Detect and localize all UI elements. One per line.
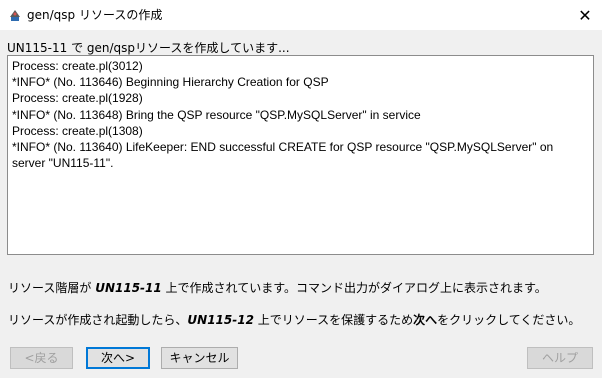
- java-app-icon: [7, 7, 23, 23]
- close-button[interactable]: ✕: [568, 0, 602, 30]
- window-title: gen/qsp リソースの作成: [27, 8, 163, 22]
- log-line: *INFO* (No. 113648) Bring the QSP resour…: [12, 107, 421, 122]
- info-text: 上でリソースを保護するため: [253, 313, 414, 327]
- server-name: UN115-11: [95, 281, 162, 295]
- info-text: をクリックしてください。: [437, 313, 581, 327]
- log-line: *INFO* (No. 113640) LifeKeeper: END succ…: [12, 140, 554, 155]
- progress-status: UN115-11 で gen/qspリソースを作成しています...: [7, 41, 290, 55]
- next-button-label: 次へ>: [100, 351, 136, 365]
- info-message-1: リソース階層が UN115-11 上で作成されています。コマンド出力がダイアログ…: [8, 280, 547, 296]
- next-button[interactable]: 次へ>: [86, 347, 150, 369]
- back-button-label: <戻る: [24, 351, 59, 365]
- dialog-body: UN115-11 で gen/qspリソースを作成しています... Proces…: [0, 30, 602, 378]
- log-line: *INFO* (No. 113646) Beginning Hierarchy …: [12, 75, 329, 90]
- back-button[interactable]: <戻る: [10, 347, 73, 369]
- cancel-button[interactable]: キャンセル: [161, 347, 238, 369]
- info-text: リソース階層が: [8, 281, 96, 295]
- cancel-button-label: キャンセル: [169, 351, 230, 365]
- info-text: 上で作成されています。コマンド出力がダイアログ上に表示されます。: [161, 281, 547, 295]
- close-icon: ✕: [578, 5, 592, 25]
- info-message-2: リソースが作成され起動したら、UN115-12 上でリソースを保護するため次へを…: [8, 312, 580, 328]
- help-button[interactable]: ヘルプ: [527, 347, 593, 369]
- info-text: リソースが作成され起動したら、: [8, 313, 188, 327]
- next-emphasis: 次へ: [413, 313, 438, 327]
- log-line: Process: create.pl(3012): [12, 59, 143, 73]
- server-name: UN115-12: [187, 313, 254, 327]
- command-output-log[interactable]: Process: create.pl(3012) *INFO* (No. 113…: [7, 55, 594, 255]
- log-line: Process: create.pl(1928): [12, 91, 143, 106]
- help-button-label: ヘルプ: [541, 351, 578, 365]
- log-line: server "UN115-11".: [12, 156, 114, 171]
- log-line: Process: create.pl(1308): [12, 123, 143, 138]
- title-bar: gen/qsp リソースの作成 ✕: [0, 0, 602, 30]
